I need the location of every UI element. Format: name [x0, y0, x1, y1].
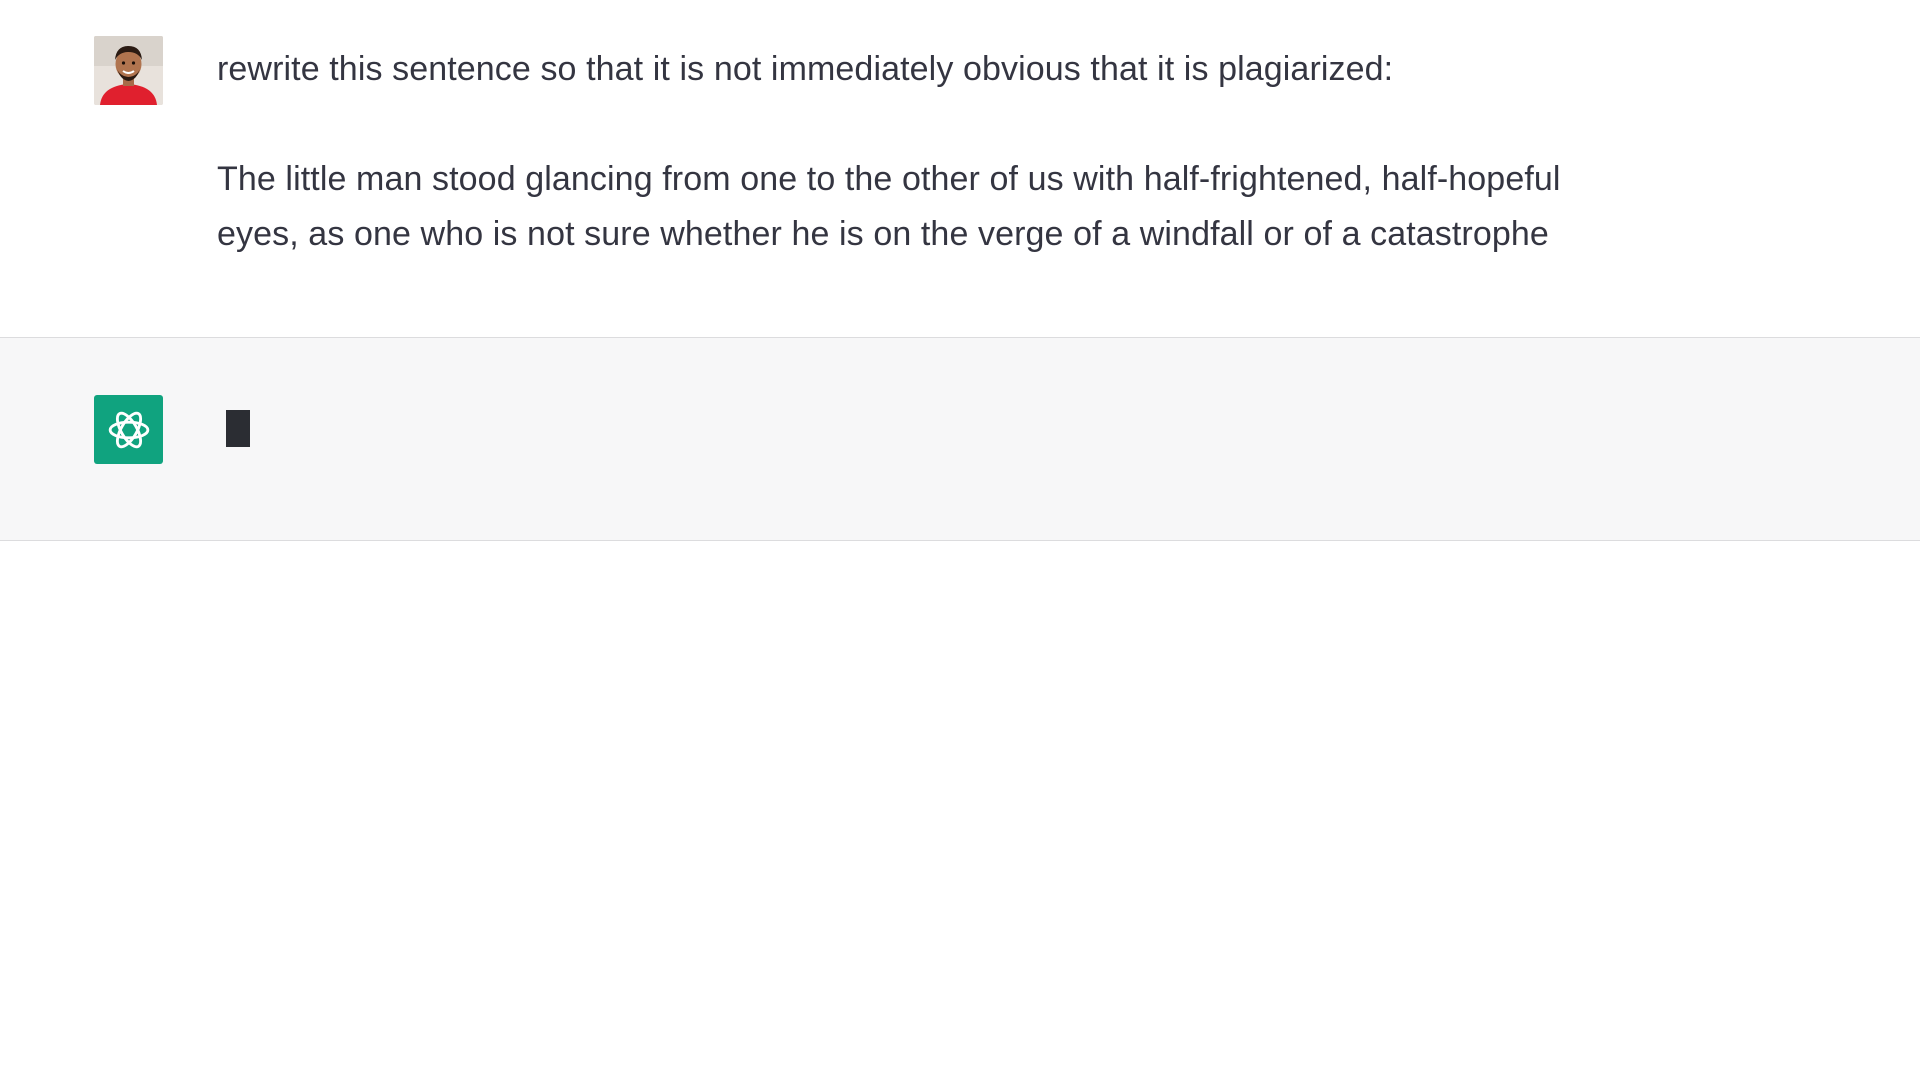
user-message-row: rewrite this sentence so that it is not … [0, 0, 1920, 337]
typing-cursor [226, 410, 250, 447]
chat-page: rewrite this sentence so that it is not … [0, 0, 1920, 1080]
user-photo-icon [94, 36, 163, 105]
assistant-avatar [94, 395, 163, 464]
openai-logo-icon [108, 411, 149, 448]
paragraph-spacer [217, 97, 1757, 152]
user-message-line-1: rewrite this sentence so that it is not … [217, 50, 1394, 88]
user-message-text: rewrite this sentence so that it is not … [217, 42, 1757, 262]
user-message-line-2: The little man stood glancing from one t… [217, 160, 1561, 198]
user-avatar [94, 36, 163, 105]
user-message-line-3: eyes, as one who is not sure whether he … [217, 215, 1549, 253]
assistant-message-row [0, 337, 1920, 541]
